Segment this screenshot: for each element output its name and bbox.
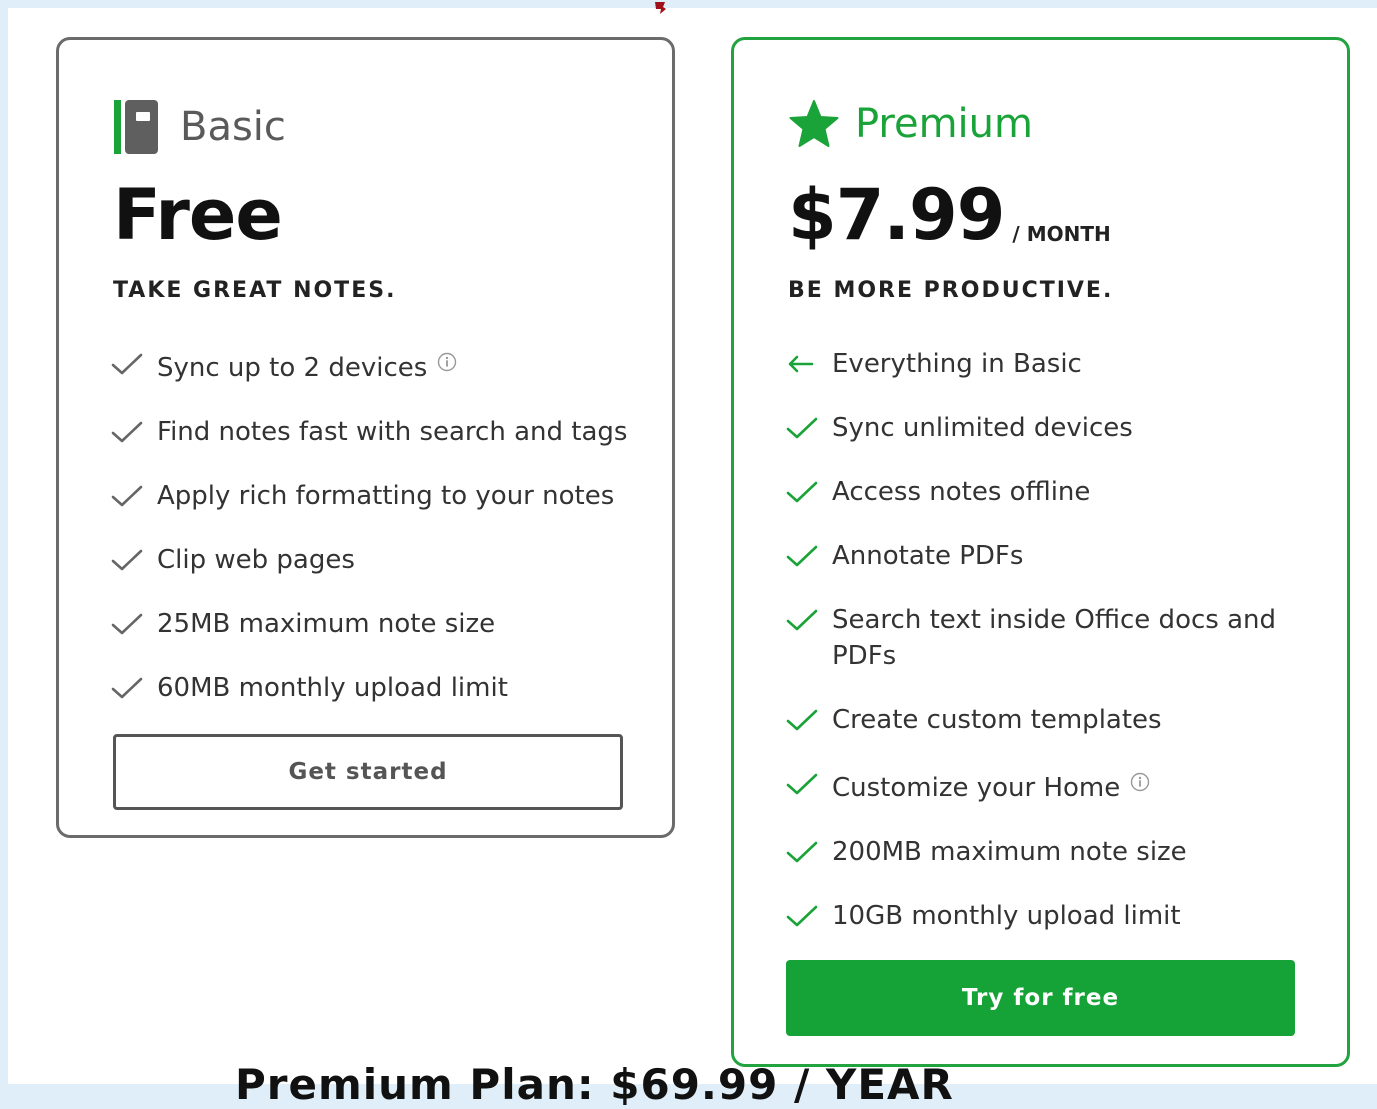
check-icon: [786, 898, 832, 934]
premium-yearly-caption: Premium Plan: $69.99 / YEAR: [235, 1060, 954, 1109]
check-icon: [786, 702, 832, 738]
feature-text-wrap: Everything in Basic: [832, 346, 1082, 382]
feature-text: 200MB maximum note size: [832, 837, 1187, 867]
feature-text-wrap: Apply rich formatting to your notes: [157, 478, 614, 514]
feature-text: Apply rich formatting to your notes: [157, 481, 615, 511]
feature-text-wrap: Access notes offline: [832, 474, 1090, 510]
feature-text: Sync unlimited devices: [832, 413, 1133, 443]
feature-item: Sync unlimited devices: [786, 410, 1316, 446]
plan-price: Free: [113, 174, 283, 256]
get-started-button[interactable]: Get started: [113, 734, 623, 810]
basic-plan-card: Basic Free TAKE GREAT NOTES. Sync up to …: [56, 37, 675, 838]
plan-name: Basic: [180, 104, 286, 150]
feature-item: 60MB monthly upload limit: [111, 670, 641, 706]
arrow-left-icon: [786, 346, 832, 382]
feature-text: Find notes fast with search and tags: [157, 417, 628, 447]
check-icon: [786, 834, 832, 870]
feature-text-wrap: 60MB monthly upload limit: [157, 670, 508, 706]
feature-text: Create custom templates: [832, 705, 1162, 735]
feature-text-wrap: Customize your Home: [832, 766, 1150, 806]
check-icon: [786, 602, 832, 638]
check-icon: [111, 478, 157, 514]
feature-text-wrap: 10GB monthly upload limit: [832, 898, 1181, 934]
feature-item: Everything in Basic: [786, 346, 1316, 382]
feature-text: Customize your Home: [832, 773, 1121, 803]
feature-text-wrap: Sync up to 2 devices: [157, 346, 457, 386]
feature-text-wrap: Clip web pages: [157, 542, 355, 578]
feature-text: Clip web pages: [157, 545, 355, 575]
price-value: $7.99: [788, 174, 1005, 256]
feature-item: Clip web pages: [111, 542, 641, 578]
check-icon: [786, 766, 832, 802]
premium-plan-card: Premium $7.99 / MONTH BE MORE PRODUCTIVE…: [731, 37, 1350, 1067]
feature-text: 25MB maximum note size: [157, 609, 496, 639]
try-for-free-button[interactable]: Try for free: [786, 960, 1295, 1036]
feature-item: Apply rich formatting to your notes: [111, 478, 641, 514]
feature-text-wrap: 25MB maximum note size: [157, 606, 495, 642]
feature-list: Sync up to 2 devices Find notes fast with…: [111, 346, 641, 734]
feature-item: Create custom templates: [786, 702, 1316, 738]
feature-text: 60MB monthly upload limit: [157, 673, 508, 703]
check-icon: [786, 474, 832, 510]
feature-item: 10GB monthly upload limit: [786, 898, 1316, 934]
feature-list: Everything in Basic Sync unlimited device…: [786, 346, 1316, 962]
price-period: / MONTH: [1012, 222, 1111, 246]
feature-text-wrap: Search text inside Office docs and PDFs: [832, 602, 1316, 674]
plan-name: Premium: [855, 101, 1033, 147]
plan-tagline: BE MORE PRODUCTIVE.: [788, 278, 1114, 303]
feature-text-wrap: Create custom templates: [832, 702, 1162, 738]
plan-price: $7.99 / MONTH: [788, 180, 1111, 250]
plan-tagline: TAKE GREAT NOTES.: [113, 278, 397, 303]
feature-text-wrap: Find notes fast with search and tags: [157, 414, 627, 450]
notebook-icon: [114, 100, 158, 154]
feature-text-wrap: 200MB maximum note size: [832, 834, 1187, 870]
premium-plan-header: Premium: [789, 100, 1033, 148]
feature-text: Annotate PDFs: [832, 541, 1024, 571]
feature-text: Search text inside Office docs and PDFs: [832, 605, 1276, 671]
feature-text-wrap: Sync unlimited devices: [832, 410, 1133, 446]
feature-item: 200MB maximum note size: [786, 834, 1316, 870]
check-icon: [111, 670, 157, 706]
feature-text: 10GB monthly upload limit: [832, 901, 1181, 931]
feature-text: Everything in Basic: [832, 349, 1082, 379]
info-icon[interactable]: [1130, 766, 1150, 792]
star-icon: [789, 100, 839, 147]
feature-text: Sync up to 2 devices: [157, 353, 428, 383]
feature-item: Find notes fast with search and tags: [111, 414, 641, 450]
feature-text-wrap: Annotate PDFs: [832, 538, 1023, 574]
feature-item: Search text inside Office docs and PDFs: [786, 602, 1316, 674]
feature-item: Access notes offline: [786, 474, 1316, 510]
feature-item: Sync up to 2 devices: [111, 346, 641, 386]
check-icon: [111, 606, 157, 642]
feature-item: 25MB maximum note size: [111, 606, 641, 642]
cursor-icon: [655, 2, 666, 14]
check-icon: [111, 414, 157, 450]
feature-item: Annotate PDFs: [786, 538, 1316, 574]
check-icon: [111, 346, 157, 382]
price-value: Free: [113, 174, 283, 256]
basic-plan-header: Basic: [114, 100, 286, 154]
info-icon[interactable]: [437, 346, 457, 372]
feature-text: Access notes offline: [832, 477, 1091, 507]
check-icon: [111, 542, 157, 578]
check-icon: [786, 538, 832, 574]
check-icon: [786, 410, 832, 446]
feature-item: Customize your Home: [786, 766, 1316, 806]
